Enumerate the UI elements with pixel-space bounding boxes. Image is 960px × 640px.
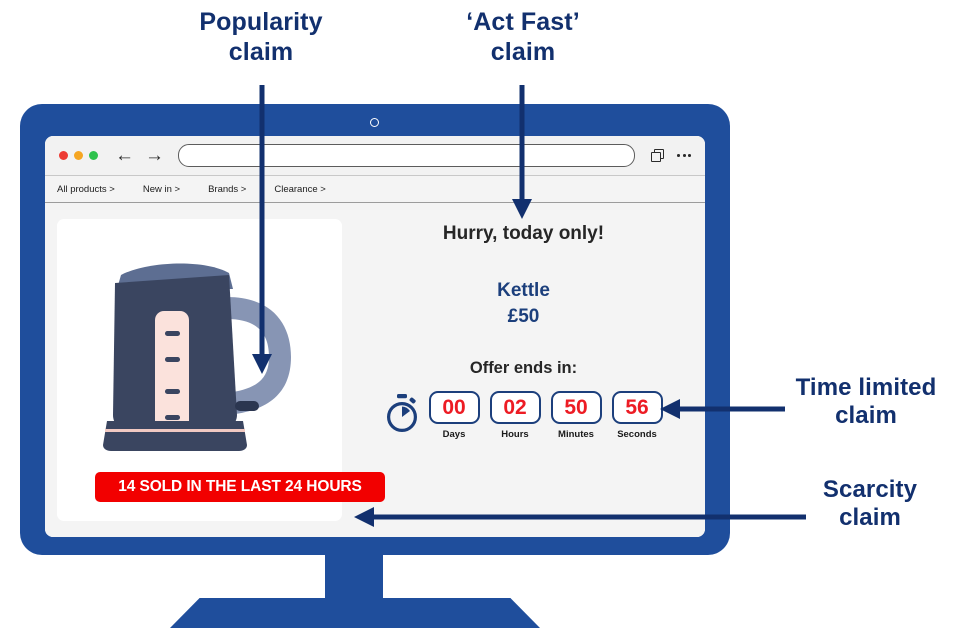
nav-item-brands[interactable]: Brands >: [208, 184, 246, 195]
screenshot-root: Popularity claim ‘Act Fast’ claim Time l…: [0, 0, 960, 640]
countdown-minutes-label: Minutes: [558, 429, 594, 440]
annotation-time-limited-line1: Time limited: [795, 374, 937, 401]
countdown-minutes-value: 50: [550, 391, 602, 424]
annotation-act-fast-claim: ‘Act Fast’ claim: [432, 8, 614, 67]
offer-details-panel: Hurry, today only! Kettle £50 Offer ends…: [342, 203, 705, 537]
countdown-heading: Offer ends in:: [469, 359, 578, 377]
annotation-popularity-line1: Popularity: [199, 8, 323, 36]
annotation-act-fast-line1: ‘Act Fast’: [466, 8, 580, 36]
annotation-time-limited-line2: claim: [835, 402, 897, 430]
back-arrow-icon[interactable]: ←: [115, 146, 134, 165]
popularity-claim-text: 14 SOLD IN THE LAST 24 HOURS: [118, 478, 362, 495]
window-traffic-lights: [59, 151, 98, 160]
countdown-hours-label: Hours: [501, 429, 529, 440]
browser-toolbar-icons: [651, 149, 691, 162]
countdown-days-value: 00: [428, 391, 480, 424]
countdown-seconds-value: 56: [611, 391, 663, 424]
browser-screen: ← → All products > New in > Brands > Cle…: [45, 136, 705, 537]
countdown-timer: 00 Days 02 Hours 50 Minutes 56 Seconds: [342, 391, 705, 440]
annotation-scarcity-line1: Scarcity: [822, 476, 918, 503]
close-window-icon[interactable]: [59, 151, 68, 160]
kettle-illustration: [103, 263, 291, 451]
product-price: £50: [507, 306, 540, 327]
monitor-stand-base: [170, 598, 540, 628]
countdown-unit-days: 00 Days: [428, 391, 480, 440]
act-fast-claim-text: Hurry, today only!: [442, 223, 605, 244]
nav-item-all-products[interactable]: All products >: [57, 184, 115, 195]
product-page-body: 14 SOLD IN THE LAST 24 HOURS 🔥 SELLING F…: [45, 203, 705, 537]
countdown-seconds-label: Seconds: [617, 429, 657, 440]
annotation-act-fast-line2: claim: [490, 37, 556, 66]
annotation-scarcity-line2: claim: [839, 504, 901, 532]
browser-toolbar: ← →: [45, 136, 705, 176]
annotation-scarcity-claim: Scarcity claim: [790, 476, 950, 533]
product-name: Kettle: [497, 280, 550, 301]
more-options-icon[interactable]: [677, 154, 691, 157]
monitor-frame: ← → All products > New in > Brands > Cle…: [20, 104, 730, 555]
maximize-window-icon[interactable]: [89, 151, 98, 160]
annotation-popularity-line2: claim: [228, 37, 294, 66]
site-navigation-bar: All products > New in > Brands > Clearan…: [45, 176, 705, 203]
nav-item-clearance[interactable]: Clearance >: [274, 184, 326, 195]
stopwatch-icon: [386, 394, 417, 432]
nav-item-new-in[interactable]: New in >: [143, 184, 180, 195]
webcam-icon: [370, 118, 379, 127]
forward-arrow-icon[interactable]: →: [145, 146, 164, 165]
countdown-unit-seconds: 56 Seconds: [611, 391, 663, 440]
countdown-hours-value: 02: [489, 391, 541, 424]
countdown-unit-hours: 02 Hours: [489, 391, 541, 440]
annotation-popularity-claim: Popularity claim: [170, 8, 352, 67]
countdown-unit-minutes: 50 Minutes: [550, 391, 602, 440]
url-address-bar[interactable]: [178, 144, 636, 167]
annotation-time-limited-claim: Time limited claim: [778, 374, 954, 431]
countdown-days-label: Days: [442, 429, 466, 440]
product-image-card: 14 SOLD IN THE LAST 24 HOURS 🔥 SELLING F…: [57, 219, 385, 521]
browser-nav-arrows: ← →: [115, 146, 164, 165]
copy-tabs-icon[interactable]: [651, 149, 665, 162]
minimize-window-icon[interactable]: [74, 151, 83, 160]
